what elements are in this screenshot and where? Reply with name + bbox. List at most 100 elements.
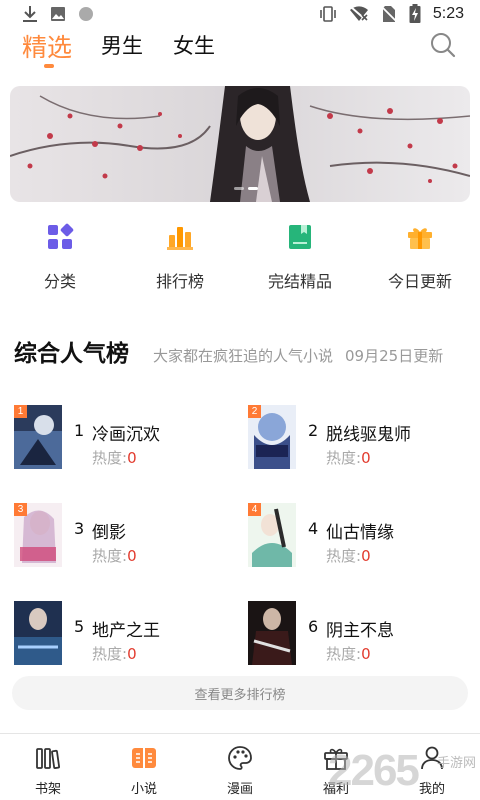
book-title: 仙古情缘	[326, 523, 394, 543]
quick-nav-completed[interactable]: 完结精品	[240, 222, 360, 302]
gift-box-icon	[322, 744, 350, 772]
quick-nav-category[interactable]: 分类	[0, 222, 120, 302]
ranking-item-4[interactable]: 4 4 仙古情缘 热度:0	[248, 503, 468, 573]
banner-pagination	[234, 187, 258, 190]
heat: 热度:0	[92, 545, 137, 566]
book-cover: 2	[248, 405, 296, 469]
top-tabs: 精选 男生 女生	[0, 28, 480, 76]
heat: 热度:0	[326, 447, 371, 468]
tab-featured[interactable]: 精选	[22, 28, 72, 64]
search-icon[interactable]	[428, 30, 458, 60]
book-cover	[248, 601, 296, 665]
rank-number: 5	[74, 617, 85, 636]
rank-number: 1	[74, 421, 85, 440]
quick-nav-label: 排行榜	[155, 272, 204, 291]
banner-image	[10, 86, 470, 202]
bookshelf-icon	[34, 744, 62, 772]
heat-label: 热度:	[92, 645, 128, 663]
rank-badge: 4	[248, 503, 261, 516]
novel-icon	[130, 744, 158, 772]
ranking-date: 09月25日更新	[345, 347, 444, 365]
book-title: 脱线驱鬼师	[326, 425, 411, 445]
rank-badge: 3	[14, 503, 27, 516]
tab-male[interactable]: 男生	[101, 30, 143, 60]
quick-nav-today[interactable]: 今日更新	[360, 222, 480, 302]
book-title: 阴主不息	[326, 621, 394, 641]
quick-nav-label: 今日更新	[387, 272, 452, 291]
nav-novel[interactable]: 小说	[96, 734, 192, 800]
bottom-nav: 书架 小说 漫画 福利 我的	[0, 733, 480, 800]
nav-bookshelf[interactable]: 书架	[0, 734, 96, 800]
nav-label: 小说	[130, 782, 157, 797]
ranking-item-5[interactable]: 5 地产之王 热度:0	[14, 601, 234, 671]
palette-icon	[226, 744, 254, 772]
nav-comic[interactable]: 漫画	[192, 734, 288, 800]
book-title: 冷画沉欢	[92, 425, 160, 445]
user-icon	[418, 744, 446, 772]
ranking-subtitle: 大家都在疯狂追的人气小说	[153, 347, 334, 365]
quick-nav-label: 完结精品	[267, 272, 332, 291]
wifi-off-icon	[349, 5, 369, 23]
ranking-item-1[interactable]: 1 1 冷画沉欢 热度:0	[14, 405, 234, 475]
status-bar: 5:23	[0, 0, 480, 28]
nav-label: 漫画	[226, 782, 253, 797]
rank-number: 6	[308, 617, 319, 636]
banner-carousel[interactable]	[10, 86, 470, 202]
ranking-title: 综合人气榜	[14, 341, 129, 367]
heat-value: 0	[361, 449, 371, 467]
heat: 热度:0	[326, 545, 371, 566]
ranking-item-2[interactable]: 2 2 脱线驱鬼师 热度:0	[248, 405, 468, 475]
tab-female[interactable]: 女生	[173, 30, 215, 60]
rank-badge: 1	[14, 405, 27, 418]
tab-indicator	[44, 64, 54, 68]
heat-label: 热度:	[326, 645, 362, 663]
book-title: 地产之王	[92, 621, 160, 641]
heat-value: 0	[127, 645, 137, 663]
rank-badge: 2	[248, 405, 261, 418]
heat: 热度:0	[92, 643, 137, 664]
book-cover	[14, 601, 62, 665]
rank-number: 3	[74, 519, 85, 538]
nav-welfare[interactable]: 福利	[288, 734, 384, 800]
quick-nav-ranking[interactable]: 排行榜	[120, 222, 240, 302]
book-cover: 1	[14, 405, 62, 469]
quick-nav: 分类 排行榜 完结精品 今日更新	[0, 222, 480, 302]
heat-value: 0	[361, 547, 371, 565]
heat: 热度:0	[92, 447, 137, 468]
ranking-icon	[165, 222, 195, 252]
book-cover: 3	[14, 503, 62, 567]
banner-dot-active[interactable]	[248, 187, 258, 190]
nav-mine[interactable]: 我的	[384, 734, 480, 800]
nav-label: 我的	[418, 782, 445, 797]
heat-label: 热度:	[92, 547, 128, 565]
heat-label: 热度:	[92, 449, 128, 467]
banner-dot[interactable]	[234, 187, 244, 190]
book-bookmark-icon	[285, 222, 315, 252]
ranking-item-6[interactable]: 6 阴主不息 热度:0	[248, 601, 468, 671]
nav-label: 福利	[322, 782, 349, 797]
ranking-item-3[interactable]: 3 3 倒影 热度:0	[14, 503, 234, 573]
rank-number: 2	[308, 421, 319, 440]
heat-label: 热度:	[326, 449, 362, 467]
status-time: 5:23	[432, 5, 464, 22]
book-title: 倒影	[92, 523, 126, 543]
battery-charging-icon	[409, 4, 421, 24]
heat-label: 热度:	[326, 547, 362, 565]
heat-value: 0	[127, 547, 137, 565]
nav-label: 书架	[34, 782, 61, 797]
ranking-header: 综合人气榜 大家都在疯狂追的人气小说 09月25日更新	[14, 334, 466, 374]
book-cover: 4	[248, 503, 296, 567]
heat-value: 0	[361, 645, 371, 663]
no-sim-icon	[381, 5, 397, 23]
download-icon	[22, 5, 38, 23]
heat-value: 0	[127, 449, 137, 467]
gift-icon	[405, 222, 435, 252]
view-more-rankings-button[interactable]: 查看更多排行榜	[12, 676, 468, 710]
image-icon	[50, 6, 66, 22]
rank-number: 4	[308, 519, 319, 538]
category-icon	[45, 222, 75, 252]
heat: 热度:0	[326, 643, 371, 664]
quick-nav-label: 分类	[43, 272, 76, 291]
vibrate-icon	[319, 5, 337, 23]
circle-icon	[78, 6, 94, 22]
